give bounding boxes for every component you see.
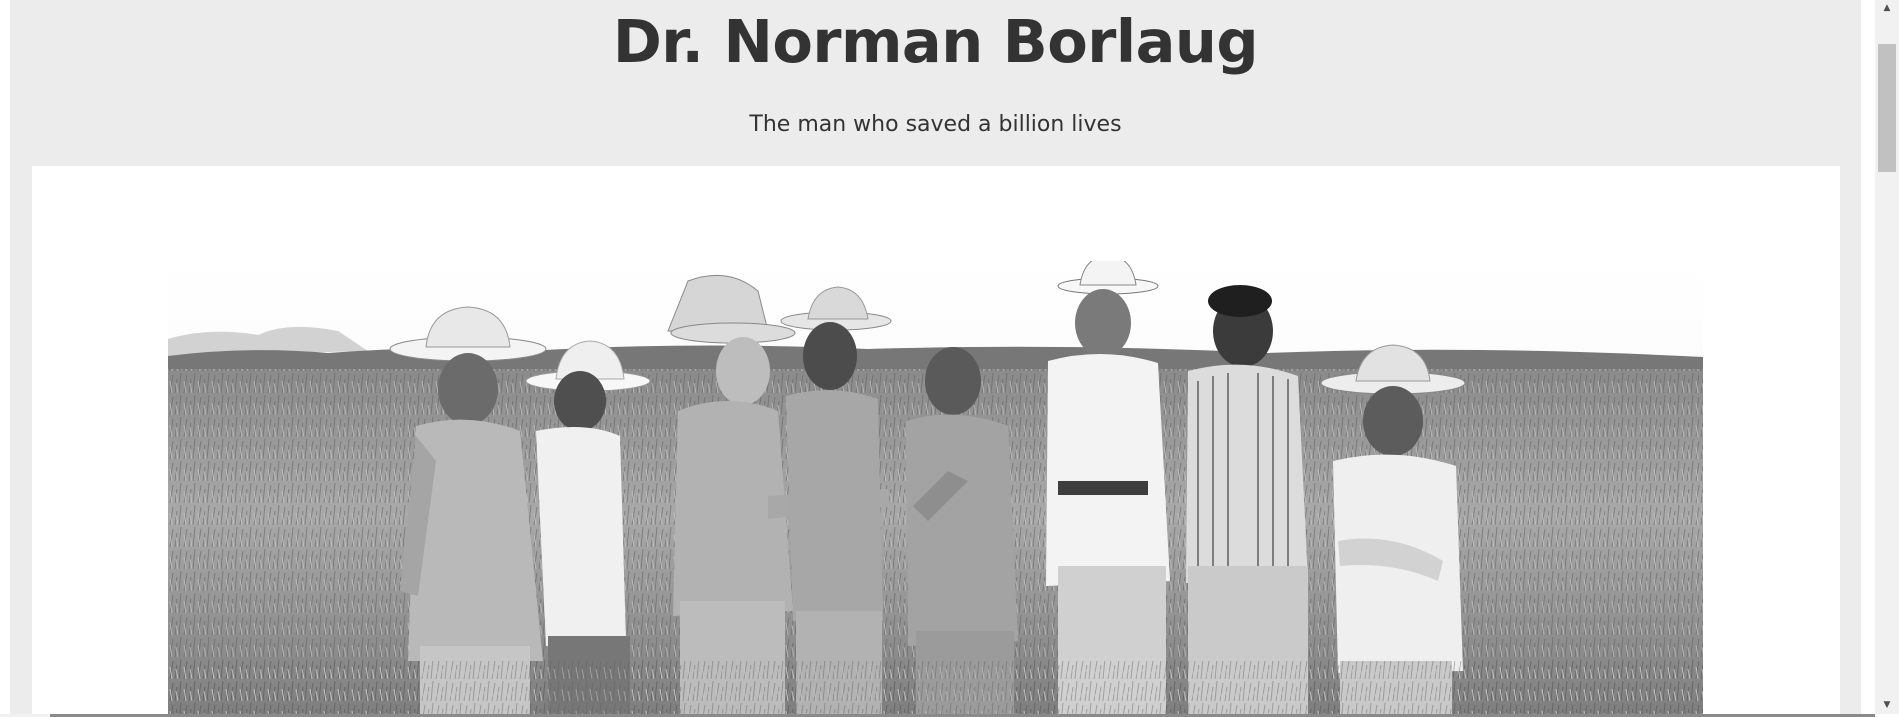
image-container bbox=[32, 166, 1840, 714]
triangle-down-icon[interactable]: ▼ bbox=[1875, 697, 1899, 714]
borlaug-photo bbox=[168, 261, 1703, 714]
triangle-up-icon[interactable]: ▲ bbox=[1875, 0, 1899, 17]
browser-viewport: Dr. Norman Borlaug The man who saved a b… bbox=[0, 0, 1875, 714]
page-title: Dr. Norman Borlaug bbox=[612, 7, 1259, 76]
vertical-scrollbar[interactable]: ▲ ▼ bbox=[1875, 0, 1899, 714]
tribute-main: Dr. Norman Borlaug The man who saved a b… bbox=[10, 0, 1861, 714]
page-subtitle: The man who saved a billion lives bbox=[749, 112, 1122, 137]
scroll-thumb[interactable] bbox=[1878, 44, 1896, 172]
